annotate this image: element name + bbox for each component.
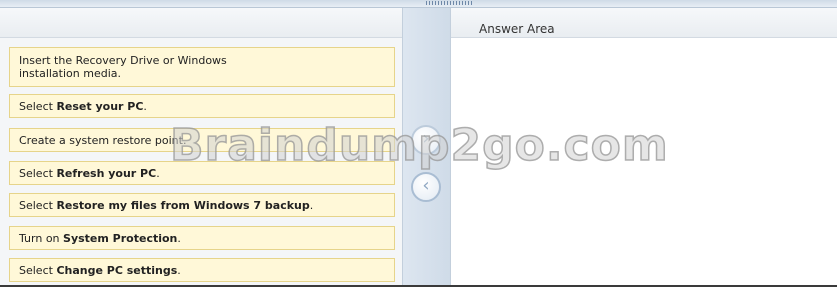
option-text: Create a system restore point. <box>19 133 187 147</box>
option-item[interactable]: Select Restore my files from Windows 7 b… <box>9 193 395 217</box>
option-text: Select Reset your PC. <box>19 99 147 113</box>
option-item[interactable]: Insert the Recovery Drive or Windows ins… <box>9 47 395 87</box>
watermark: Braindump2go.com <box>169 119 669 172</box>
option-item[interactable]: Turn on System Protection. <box>9 226 395 250</box>
answer-area-title: Answer Area <box>479 22 555 36</box>
option-text: Select Change PC settings. <box>19 263 181 277</box>
option-text: Select Refresh your PC. <box>19 166 160 180</box>
move-left-button[interactable]: ‹ <box>411 172 441 202</box>
answer-area-header: Answer Area <box>451 8 837 38</box>
option-text: Turn on System Protection. <box>19 231 181 245</box>
chevron-left-icon: ‹ <box>422 175 430 196</box>
option-item[interactable]: Select Reset your PC. <box>9 94 395 118</box>
options-header <box>0 8 402 38</box>
option-text: Select Restore my files from Windows 7 b… <box>19 198 314 212</box>
top-splitter-bar <box>0 0 837 8</box>
splitter-grip[interactable] <box>426 1 474 5</box>
option-text: Insert the Recovery Drive or Windows ins… <box>19 54 227 80</box>
option-item[interactable]: Select Change PC settings. <box>9 258 395 282</box>
